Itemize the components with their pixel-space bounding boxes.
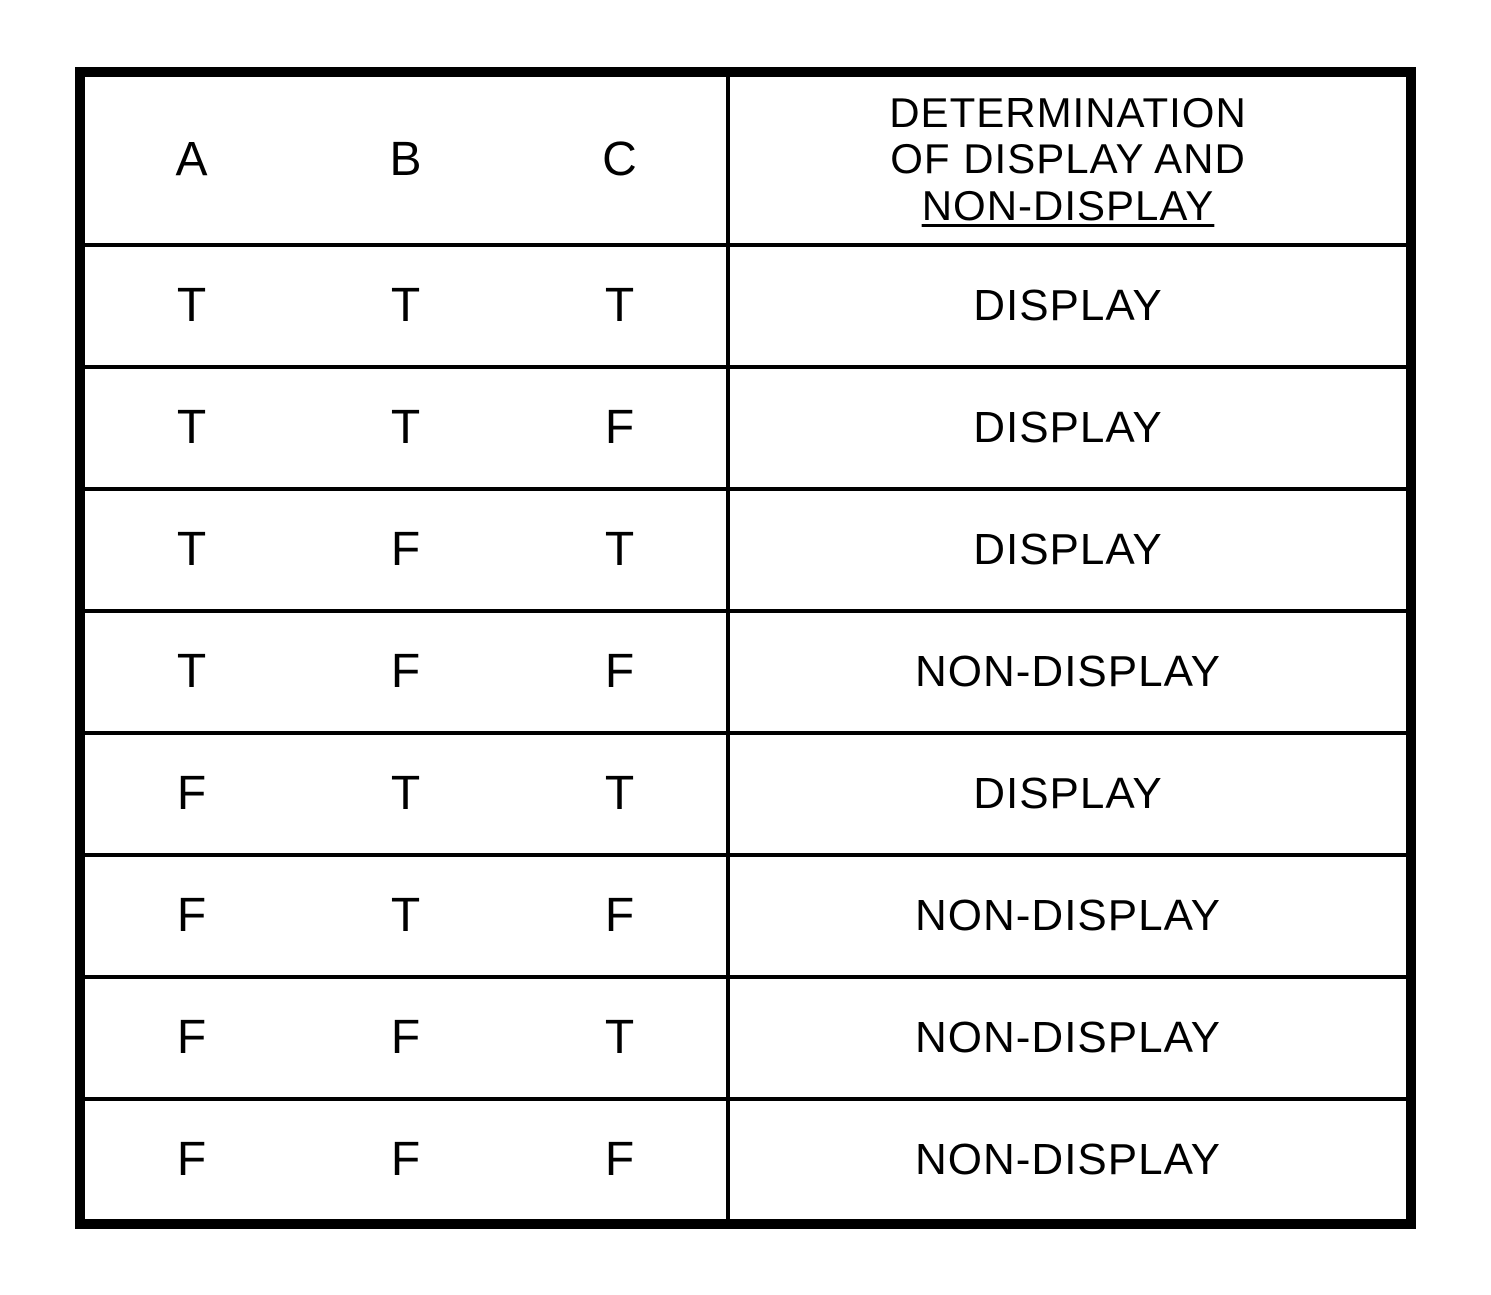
- cell-b: F: [298, 489, 513, 611]
- cell-c: F: [513, 1099, 728, 1221]
- cell-a: F: [83, 855, 298, 977]
- cell-c: T: [513, 977, 728, 1099]
- cell-a: T: [83, 245, 298, 367]
- cell-a: T: [83, 367, 298, 489]
- cell-det: NON-DISPLAY: [728, 977, 1408, 1099]
- cell-det: DISPLAY: [728, 489, 1408, 611]
- header-det-line1: DETERMINATION: [889, 89, 1247, 136]
- table-header-row: A B C DETERMINATION OF DISPLAY AND NON-D…: [83, 75, 1408, 245]
- cell-det: NON-DISPLAY: [728, 1099, 1408, 1221]
- table-row: F F T NON-DISPLAY: [83, 977, 1408, 1099]
- cell-det: NON-DISPLAY: [728, 855, 1408, 977]
- table-row: T F F NON-DISPLAY: [83, 611, 1408, 733]
- cell-a: F: [83, 733, 298, 855]
- table-row: F F F NON-DISPLAY: [83, 1099, 1408, 1221]
- cell-det: NON-DISPLAY: [728, 611, 1408, 733]
- cell-a: T: [83, 489, 298, 611]
- cell-b: F: [298, 977, 513, 1099]
- truth-table: A B C DETERMINATION OF DISPLAY AND NON-D…: [75, 67, 1416, 1229]
- cell-c: T: [513, 733, 728, 855]
- table: A B C DETERMINATION OF DISPLAY AND NON-D…: [81, 73, 1410, 1223]
- cell-c: T: [513, 489, 728, 611]
- cell-a: F: [83, 977, 298, 1099]
- cell-det: DISPLAY: [728, 367, 1408, 489]
- cell-b: T: [298, 733, 513, 855]
- cell-c: T: [513, 245, 728, 367]
- cell-c: F: [513, 367, 728, 489]
- cell-b: T: [298, 245, 513, 367]
- cell-det: DISPLAY: [728, 245, 1408, 367]
- cell-c: F: [513, 611, 728, 733]
- table-row: T T F DISPLAY: [83, 367, 1408, 489]
- header-det-line3: NON-DISPLAY: [922, 182, 1215, 229]
- header-b: B: [298, 75, 513, 245]
- cell-c: F: [513, 855, 728, 977]
- cell-b: F: [298, 611, 513, 733]
- cell-det: DISPLAY: [728, 733, 1408, 855]
- header-c: C: [513, 75, 728, 245]
- header-determination: DETERMINATION OF DISPLAY AND NON-DISPLAY: [728, 75, 1408, 245]
- table-row: F T T DISPLAY: [83, 733, 1408, 855]
- cell-b: T: [298, 855, 513, 977]
- table-row: T F T DISPLAY: [83, 489, 1408, 611]
- header-det-line2: OF DISPLAY AND: [890, 135, 1246, 182]
- table-row: T T T DISPLAY: [83, 245, 1408, 367]
- cell-b: T: [298, 367, 513, 489]
- cell-b: F: [298, 1099, 513, 1221]
- cell-a: T: [83, 611, 298, 733]
- header-a: A: [83, 75, 298, 245]
- cell-a: F: [83, 1099, 298, 1221]
- table-row: F T F NON-DISPLAY: [83, 855, 1408, 977]
